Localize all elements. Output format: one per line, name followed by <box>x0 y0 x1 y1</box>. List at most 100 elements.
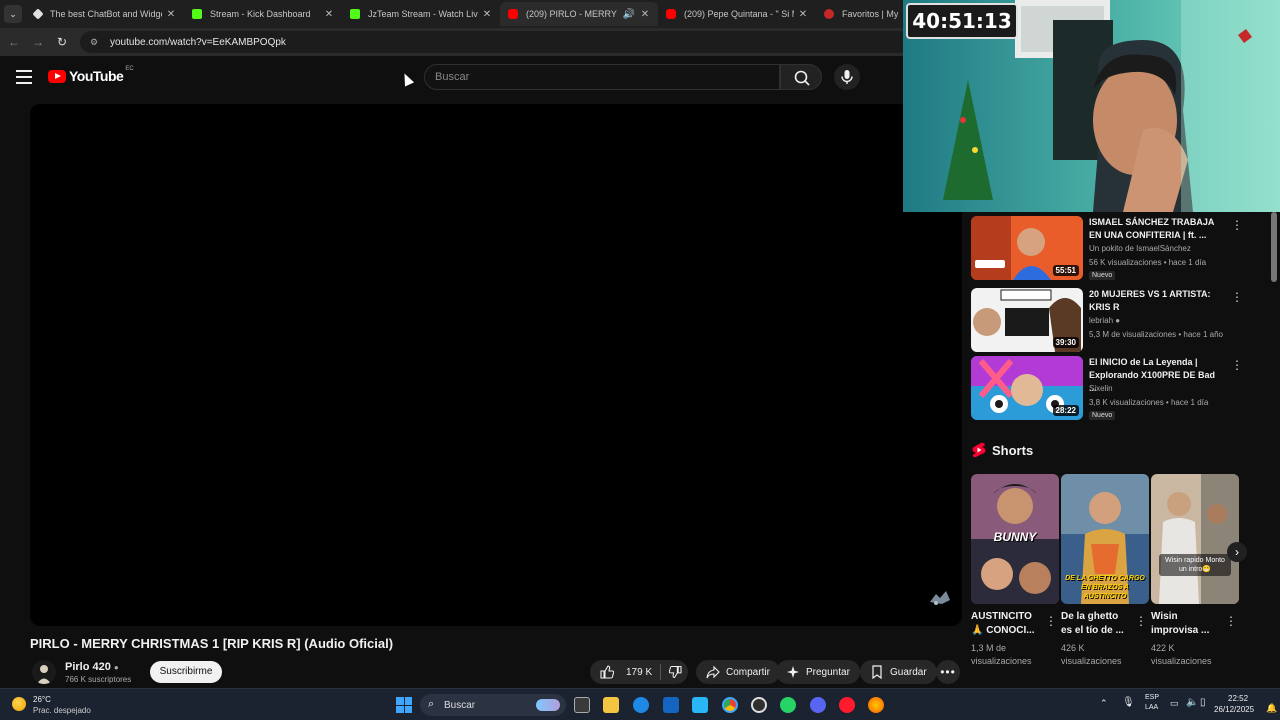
keyboard-layout[interactable]: LAA <box>1145 704 1158 711</box>
windows-start-icon[interactable] <box>396 697 412 713</box>
firefox-browser-icon[interactable] <box>868 697 884 713</box>
forward-arrow-icon[interactable]: → <box>30 34 46 50</box>
browser-tab[interactable]: The best ChatBot and Widgets ✕ <box>26 2 184 26</box>
kick-favicon-icon <box>350 9 360 19</box>
video-player[interactable] <box>30 104 962 626</box>
like-divider <box>660 664 662 680</box>
discord-icon[interactable] <box>810 697 826 713</box>
video-title[interactable]: ISMAEL SÁNCHEZ TRABAJA EN UNA CONFITERIA… <box>1089 216 1224 242</box>
ask-label: Preguntar <box>806 666 850 678</box>
channel-name[interactable]: Sixelin <box>1089 384 1113 393</box>
ask-button[interactable]: Preguntar <box>776 660 860 684</box>
logo-wordmark: YouTube <box>69 68 124 84</box>
channel-avatar[interactable] <box>32 660 56 684</box>
subscribe-button[interactable]: Suscribirme <box>150 661 222 683</box>
more-vertical-icon[interactable]: ⋮ <box>1231 358 1243 372</box>
channel-name[interactable]: Un pokito de IsmaelSánchez <box>1089 244 1191 253</box>
tab-audio-icon[interactable]: 🔊 <box>622 9 636 20</box>
short-thumbnail[interactable]: Wisin rapido Monto un intro😁 <box>1151 474 1239 604</box>
notification-bell-icon[interactable]: 🔔 <box>1266 703 1277 714</box>
channel-watermark-icon[interactable] <box>928 588 952 608</box>
tab-close-icon[interactable]: ✕ <box>798 9 808 20</box>
country-code: EC <box>125 66 134 72</box>
recommended-video[interactable]: 28:22 El INICIO de La Leyenda | Exploran… <box>971 356 1251 420</box>
youtube-logo[interactable]: YouTube EC <box>48 66 134 84</box>
remote-desktop-icon[interactable] <box>692 697 708 713</box>
tab-close-icon[interactable]: ✕ <box>324 9 334 20</box>
video-title[interactable]: 20 MUJERES VS 1 ARTISTA: KRIS R <box>1089 288 1224 314</box>
short-thumbnail[interactable]: DE LA GHETTO CARGO EN BRAZOS A AUSTINCIT… <box>1061 474 1149 604</box>
recommended-video[interactable]: 55:51 ISMAEL SÁNCHEZ TRABAJA EN UNA CONF… <box>971 216 1251 280</box>
tray-overflow-chevron-icon[interactable]: ⌃ <box>1100 698 1108 709</box>
microphone-icon <box>841 70 853 84</box>
tab-close-icon[interactable]: ✕ <box>166 9 176 20</box>
tab-close-icon[interactable]: ✕ <box>640 9 650 20</box>
search-button[interactable] <box>780 64 822 90</box>
more-vertical-icon[interactable]: ⋮ <box>1231 218 1243 232</box>
weather-temperature[interactable]: 26°C <box>33 695 51 704</box>
chrome-browser-icon[interactable] <box>722 697 738 713</box>
more-vertical-icon[interactable]: ⋮ <box>1135 614 1147 628</box>
more-actions-button[interactable]: ••• <box>936 660 960 684</box>
menu-hamburger-icon[interactable] <box>16 70 32 84</box>
file-explorer-icon[interactable] <box>603 697 619 713</box>
channel-name[interactable]: Pirlo 420 ● <box>65 661 119 673</box>
avatar-image <box>32 660 56 684</box>
microsoft-store-icon[interactable] <box>663 697 679 713</box>
obs-studio-icon[interactable] <box>751 697 767 713</box>
shorts-heading: Shorts <box>972 442 1033 458</box>
recommended-video[interactable]: 39:30 20 MUJERES VS 1 ARTISTA: KRIS R le… <box>971 288 1251 352</box>
weather-sun-icon[interactable] <box>12 697 26 711</box>
short-title[interactable]: De la ghetto es el tío de ... <box>1061 610 1131 638</box>
short-card[interactable]: Wisin rapido Monto un intro😁 Wisin impro… <box>1151 474 1239 666</box>
voice-search-button[interactable] <box>834 64 860 90</box>
clock-date[interactable]: 26/12/2025 <box>1214 705 1254 714</box>
video-thumbnail[interactable]: 39:30 <box>971 288 1083 352</box>
browser-tab[interactable]: Stream - Kick Dashboard ✕ <box>184 2 342 26</box>
short-title[interactable]: Wisin improvisa ... <box>1151 610 1221 638</box>
whatsapp-icon[interactable] <box>780 697 796 713</box>
browser-tab[interactable]: Favoritos | Myinst <box>816 2 906 26</box>
tab-search-chevron-icon[interactable]: ⌄ <box>4 5 22 23</box>
channel-name[interactable]: lebriah ● <box>1089 316 1120 325</box>
youtube-favicon-icon <box>666 9 676 19</box>
like-button[interactable]: 179 K <box>590 660 652 684</box>
share-button[interactable]: Compartir <box>696 660 780 684</box>
tab-close-icon[interactable]: ✕ <box>482 9 492 20</box>
save-button[interactable]: Guardar <box>860 660 937 684</box>
network-icon[interactable]: ▭ <box>1170 698 1179 709</box>
short-card[interactable]: BUNNY AUSTINCITO 🙏 CONOCI... ⋮ 1,3 M de … <box>971 474 1059 666</box>
shorts-next-chevron-icon[interactable]: › <box>1227 542 1247 562</box>
video-thumbnail[interactable]: 55:51 <box>971 216 1083 280</box>
browser-tab-active[interactable]: (209) PIRLO - MERRY CHRIS 🔊 ✕ <box>500 2 658 26</box>
short-title[interactable]: AUSTINCITO 🙏 CONOCI... <box>971 610 1041 638</box>
battery-icon[interactable]: ▯ <box>1200 697 1206 708</box>
search-input[interactable]: Buscar <box>424 64 780 90</box>
site-info-icon[interactable]: ⚙ <box>88 36 100 48</box>
back-arrow-icon[interactable]: ← <box>6 34 22 50</box>
thumbs-down-icon[interactable] <box>669 665 682 679</box>
microphone-tray-icon[interactable]: 🎙 <box>1122 697 1135 708</box>
more-vertical-icon[interactable]: ⋮ <box>1045 614 1057 628</box>
short-thumbnail[interactable]: BUNNY <box>971 474 1059 604</box>
video-duration: 55:51 <box>1052 265 1079 276</box>
keyboard-language[interactable]: ESP <box>1145 694 1159 701</box>
taskbar-search-input[interactable]: ⌕ Buscar <box>420 694 566 716</box>
opera-browser-icon[interactable] <box>839 697 855 713</box>
more-vertical-icon[interactable]: ⋮ <box>1225 614 1237 628</box>
address-bar[interactable]: ⚙ youtube.com/watch?v=EeKAMBPOQpk <box>80 31 910 53</box>
weather-description[interactable]: Prac. despejado <box>33 706 91 715</box>
short-card[interactable]: DE LA GHETTO CARGO EN BRAZOS A AUSTINCIT… <box>1061 474 1149 666</box>
bookmark-icon <box>872 665 882 679</box>
more-vertical-icon[interactable]: ⋮ <box>1231 290 1243 304</box>
video-thumbnail[interactable]: 28:22 <box>971 356 1083 420</box>
reload-icon[interactable]: ↻ <box>54 34 70 50</box>
clock-time[interactable]: 22:52 <box>1228 694 1248 703</box>
task-view-icon[interactable] <box>574 697 590 713</box>
browser-tab[interactable]: JzTeam Stream - Watch Live on ✕ <box>342 2 500 26</box>
page-scrollbar[interactable] <box>1271 212 1277 282</box>
edge-browser-icon[interactable] <box>633 697 649 713</box>
search-highlight-icon <box>536 699 560 711</box>
browser-tab[interactable]: (209) Pepe Quintana - " Si Me ✕ <box>658 2 816 26</box>
volume-icon[interactable]: 🔈 <box>1186 697 1198 708</box>
